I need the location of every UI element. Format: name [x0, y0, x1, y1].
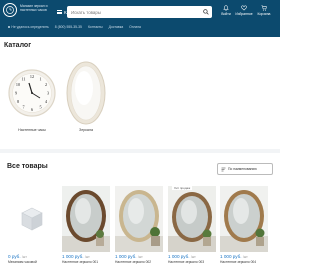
sub-navigation: Не удалось определить 8 (800) 555-35-35 … [0, 21, 280, 33]
login-label: Войти [221, 12, 231, 16]
product-price: 0 руб. /шт [8, 254, 27, 259]
product-price: 1 000 руб. /шт [62, 254, 90, 259]
product-name: Настенное зеркало 001 [62, 260, 99, 264]
product-price: 1 000 руб. /шт [220, 254, 248, 259]
sort-select-label: По наименованию [228, 167, 257, 171]
sort-icon [221, 167, 226, 171]
cart-label: Корзина [257, 12, 271, 16]
brand-text: Магазин зеркал и настенных часов [20, 4, 48, 13]
all-products-title: Все товары [7, 163, 48, 170]
search-box [67, 6, 212, 18]
bell-icon [223, 5, 229, 11]
favorites-label: Избранное [235, 12, 253, 16]
svg-text:7: 7 [22, 105, 24, 110]
product-image [115, 186, 163, 252]
product-image [62, 186, 110, 252]
product-card[interactable]: 1 000 руб. /шт Настенное зеркало 001 [62, 186, 110, 264]
category-label: Настенные часы [18, 128, 46, 132]
svg-text:6: 6 [31, 107, 33, 112]
product-name: Настенное зеркало 004 [220, 260, 257, 264]
product-image: Хит продаж [168, 186, 216, 252]
svg-text:2: 2 [45, 82, 47, 87]
product-image [220, 186, 268, 252]
nav-link-contacts[interactable]: Контакты [88, 25, 103, 29]
svg-text:11: 11 [21, 77, 25, 82]
product-price: 1 000 руб. /шт [168, 254, 196, 259]
bestseller-badge: Хит продаж [172, 186, 193, 190]
cart-button[interactable]: Корзина [256, 5, 272, 16]
category-card-mirrors[interactable]: Зеркала [56, 60, 116, 132]
wall-clock-image: 12 1 2 345 678 9 10 11 [7, 60, 57, 126]
product-name: Настенное зеркало 002 [115, 260, 152, 264]
location-text: Не удалось определить [11, 25, 49, 29]
nav-link-delivery[interactable]: Доставка [109, 25, 124, 29]
favorites-button[interactable]: Избранное [235, 5, 253, 16]
product-card[interactable]: Хит продаж 1 000 руб. /шт Настенное зерк… [168, 186, 216, 264]
catalog-title: Каталог [4, 42, 32, 49]
product-image [8, 186, 56, 252]
nav-link-payment[interactable]: Оплата [129, 25, 141, 29]
svg-text:3: 3 [47, 91, 49, 96]
search-icon [203, 9, 209, 15]
svg-text:8: 8 [17, 99, 19, 104]
location-pin-icon [8, 25, 11, 29]
location-selector[interactable]: Не удалось определить [8, 25, 49, 29]
logo-icon[interactable] [3, 3, 17, 17]
section-divider [0, 149, 280, 153]
product-name: Настенное зеркало 003 [168, 260, 205, 264]
sort-select[interactable]: По наименованию [217, 163, 273, 175]
round-mirror-image [61, 60, 111, 126]
search-input[interactable] [67, 6, 197, 18]
cart-icon [261, 5, 267, 11]
svg-text:9: 9 [15, 91, 17, 96]
heart-icon [241, 5, 247, 11]
svg-text:1: 1 [39, 77, 41, 82]
svg-text:12: 12 [30, 74, 34, 79]
product-card[interactable]: 1 000 руб. /шт Настенное зеркало 002 [115, 186, 163, 264]
svg-text:5: 5 [39, 105, 41, 110]
category-label: Зеркала [79, 128, 93, 132]
svg-text:10: 10 [16, 82, 20, 87]
product-card[interactable]: 0 руб. /шт Механизм часовой [8, 186, 56, 264]
login-button[interactable]: Войти [218, 5, 234, 16]
menu-icon [57, 9, 62, 15]
category-card-clocks[interactable]: 12 1 2 345 678 9 10 11 Настенные часы [2, 60, 62, 132]
product-card[interactable]: 1 000 руб. /шт Настенное зеркало 004 [220, 186, 276, 264]
phone-link[interactable]: 8 (800) 555-35-35 [55, 25, 82, 29]
search-button[interactable] [200, 6, 212, 18]
product-price: 1 000 руб. /шт [115, 254, 143, 259]
site-header: Магазин зеркал и настенных часов Каталог… [0, 0, 280, 37]
product-name: Механизм часовой [8, 260, 37, 264]
